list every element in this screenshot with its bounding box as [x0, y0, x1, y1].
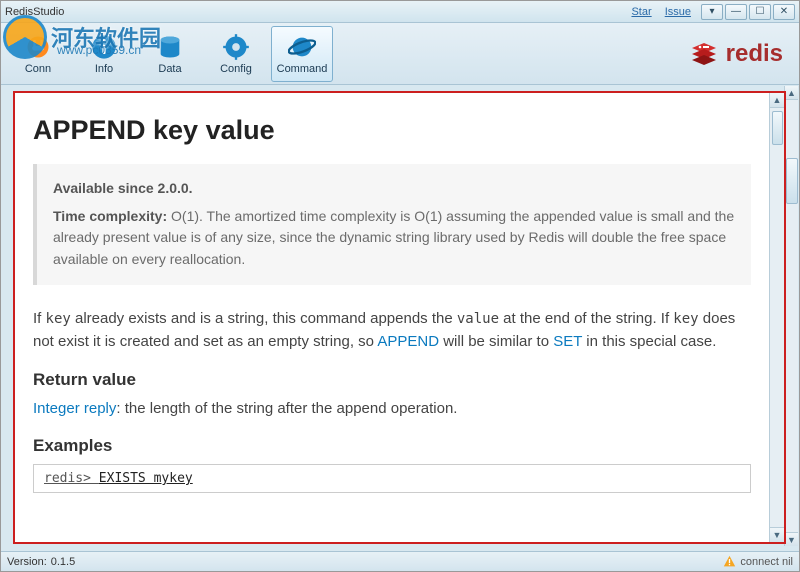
- example-box: redis> EXISTS mykey: [33, 464, 751, 493]
- set-link[interactable]: SET: [553, 333, 582, 350]
- scroll-up-icon[interactable]: ▲: [785, 86, 798, 100]
- version-label: Version:: [7, 556, 47, 568]
- toolbar-command[interactable]: Command: [271, 26, 333, 82]
- toolbar-data[interactable]: Data: [139, 26, 201, 82]
- scroll-down-icon[interactable]: ▼: [785, 532, 798, 546]
- plug-icon: [24, 33, 52, 61]
- return-value-text: Integer reply: the length of the string …: [33, 398, 751, 421]
- toolbar-label: Config: [220, 63, 252, 75]
- example-prompt: redis>: [44, 471, 99, 486]
- status-bar: Version: 0.1.5 connect nil: [1, 551, 799, 571]
- title-bar: RedisStudio Star Issue ▾ — ☐ ✕: [1, 1, 799, 23]
- maximize-button[interactable]: ☐: [749, 4, 771, 20]
- star-link[interactable]: Star: [631, 6, 651, 18]
- code-key: key: [46, 311, 71, 327]
- dropdown-button[interactable]: ▾: [701, 4, 723, 20]
- toolbar-info[interactable]: Info: [73, 26, 135, 82]
- command-title: APPEND key value: [33, 115, 751, 146]
- scroll-down-icon[interactable]: ▼: [770, 527, 784, 542]
- titlebar-links: Star Issue: [631, 6, 701, 18]
- code-value: value: [457, 311, 499, 327]
- description-paragraph: If key already exists and is a string, t…: [33, 307, 751, 354]
- version-value: 0.1.5: [51, 556, 75, 568]
- documentation-panel: APPEND key value Available since 2.0.0. …: [15, 93, 769, 542]
- example-command: EXISTS mykey: [99, 471, 193, 486]
- database-icon: [156, 33, 184, 61]
- toolbar-config[interactable]: Config: [205, 26, 267, 82]
- warning-icon: [723, 555, 736, 568]
- examples-heading: Examples: [33, 436, 751, 456]
- integer-reply-link[interactable]: Integer reply: [33, 400, 116, 417]
- toolbar: Conn Info Data Config Command redis: [1, 23, 799, 85]
- return-value-heading: Return value: [33, 370, 751, 390]
- redis-logo-text: redis: [726, 40, 783, 68]
- append-link[interactable]: APPEND: [377, 333, 439, 350]
- window-title: RedisStudio: [5, 6, 64, 18]
- toolbar-label: Data: [158, 63, 181, 75]
- redis-logo: redis: [688, 38, 783, 70]
- connection-status: connect nil: [740, 556, 793, 568]
- inner-scrollbar[interactable]: ▲ ▼: [769, 93, 784, 542]
- scroll-thumb[interactable]: [772, 111, 783, 145]
- close-button[interactable]: ✕: [773, 4, 795, 20]
- scroll-up-icon[interactable]: ▲: [770, 93, 784, 108]
- toolbar-label: Info: [95, 63, 113, 75]
- available-since: Available since 2.0.0.: [53, 178, 735, 200]
- minimize-button[interactable]: —: [725, 4, 747, 20]
- info-icon: [90, 33, 118, 61]
- outer-scrollbar[interactable]: ▲ ▼: [784, 86, 798, 546]
- code-key: key: [673, 311, 698, 327]
- toolbar-conn[interactable]: Conn: [7, 26, 69, 82]
- planet-icon: [288, 33, 316, 61]
- content-frame: APPEND key value Available since 2.0.0. …: [13, 91, 786, 544]
- time-complexity-label: Time complexity:: [53, 208, 167, 224]
- issue-link[interactable]: Issue: [665, 6, 691, 18]
- toolbar-label: Command: [277, 63, 328, 75]
- info-box: Available since 2.0.0. Time complexity: …: [33, 164, 751, 285]
- gear-icon: [222, 33, 250, 61]
- toolbar-label: Conn: [25, 63, 51, 75]
- redis-icon: [688, 38, 720, 70]
- scroll-thumb[interactable]: [786, 158, 798, 204]
